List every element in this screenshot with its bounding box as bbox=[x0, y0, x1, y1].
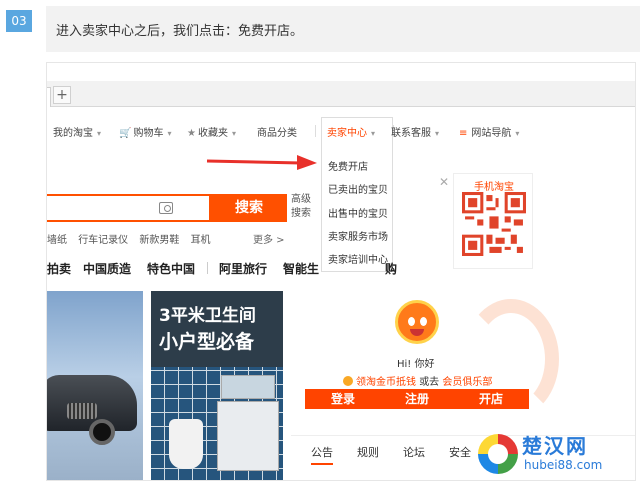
coin-link[interactable]: 领淘金币抵钱 bbox=[356, 377, 416, 388]
nav-favorites[interactable]: ★ 收藏夹 ▾ bbox=[187, 124, 236, 139]
mascot-eye bbox=[420, 317, 427, 326]
coin-mid-text: 或去 bbox=[419, 377, 440, 388]
nav-my-taobao[interactable]: 我的淘宝 ▾ bbox=[53, 124, 101, 139]
nav-cart[interactable]: 🛒 购物车 ▾ bbox=[119, 124, 171, 139]
main-nav-ali-travel[interactable]: 阿里旅行 bbox=[219, 260, 267, 277]
menu-item-seller-training[interactable]: 卖家培训中心 bbox=[328, 251, 388, 266]
menu-item-on-sale-items[interactable]: 出售中的宝贝 bbox=[328, 205, 388, 220]
chevron-down-icon: ▾ bbox=[515, 129, 520, 138]
member-club-link[interactable]: 会员俱乐部 bbox=[442, 377, 492, 388]
nav-customer-service[interactable]: 联系客服 ▾ bbox=[391, 124, 439, 139]
hot-word-link[interactable]: 耳机 bbox=[191, 235, 211, 246]
coin-icon bbox=[343, 376, 353, 386]
nav-site-map[interactable]: ≡ 网站导航 ▾ bbox=[459, 124, 519, 139]
mirror-image bbox=[221, 375, 275, 399]
taobao-mascot-avatar bbox=[395, 300, 439, 344]
watermark-title: 楚汉网 bbox=[522, 434, 588, 458]
instruction-box: 进入卖家中心之后，我们点击：免费开店。 bbox=[46, 6, 640, 52]
browser-screenshot: + 我的淘宝 ▾ 🛒 购物车 ▾ ★ 收藏夹 ▾ 商品分类 卖家中心 ▾ 联系客服 ▾ bbox=[46, 62, 636, 481]
open-shop-button[interactable]: 开店 bbox=[453, 389, 529, 409]
mascot-eye bbox=[408, 317, 415, 326]
bathroom-promo-banner[interactable]: 3平米卫生间 小户型必备 bbox=[151, 291, 283, 480]
list-icon: ≡ bbox=[459, 128, 468, 139]
search-input[interactable] bbox=[47, 194, 211, 222]
register-button[interactable]: 注册 bbox=[379, 389, 455, 409]
toilet-image bbox=[169, 419, 203, 469]
greeting-text: Hi! 你好 bbox=[397, 359, 435, 370]
nav-seller-center[interactable]: 卖家中心 ▾ bbox=[327, 124, 375, 139]
star-icon: ★ bbox=[187, 128, 196, 139]
mobile-taobao-qr-panel: 手机淘宝 bbox=[453, 173, 533, 269]
qr-code-icon bbox=[462, 192, 526, 256]
menu-item-sold-items[interactable]: 已卖出的宝贝 bbox=[328, 181, 388, 196]
red-pointer-arrow bbox=[206, 155, 317, 170]
chevron-down-icon: ▾ bbox=[167, 129, 172, 138]
tab-security[interactable]: 安全 bbox=[449, 444, 471, 460]
tab-forum[interactable]: 论坛 bbox=[403, 444, 425, 460]
hot-word-link[interactable]: 墙纸 bbox=[47, 235, 67, 246]
step-number-badge: 03 bbox=[6, 10, 32, 32]
site-nav: 我的淘宝 ▾ 🛒 购物车 ▾ ★ 收藏夹 ▾ 商品分类 卖家中心 ▾ 联系客服 ▾ ≡ 网站导航… bbox=[47, 119, 635, 141]
nav-categories[interactable]: 商品分类 bbox=[257, 124, 297, 139]
bath-banner-line1: 3平米卫生间 bbox=[159, 306, 256, 326]
chevron-down-icon: ▾ bbox=[435, 129, 440, 138]
car-promo-banner[interactable] bbox=[47, 291, 143, 480]
main-nav-auction[interactable]: 拍卖 bbox=[47, 260, 71, 277]
main-nav-china-made[interactable]: 中国质造 bbox=[83, 260, 131, 277]
chevron-down-icon: ▾ bbox=[371, 129, 376, 138]
cabinet-image bbox=[217, 401, 279, 471]
main-nav-divider bbox=[207, 262, 208, 274]
hot-word-link[interactable]: 新款男鞋 bbox=[139, 235, 179, 246]
nav-divider bbox=[315, 125, 316, 137]
mascot-mouth bbox=[410, 329, 424, 336]
browser-tab[interactable] bbox=[47, 87, 51, 107]
seller-center-dropdown: 免费开店 已卖出的宝贝 出售中的宝贝 卖家服务市场 卖家培训中心 bbox=[321, 144, 393, 272]
chevron-down-icon: ▾ bbox=[231, 129, 236, 138]
new-tab-button[interactable]: + bbox=[53, 86, 71, 104]
more-hot-words-link[interactable]: 更多 > bbox=[253, 231, 285, 246]
watermark-url: hubei88.com bbox=[524, 458, 603, 472]
menu-item-seller-service-market[interactable]: 卖家服务市场 bbox=[328, 228, 388, 243]
close-icon[interactable]: ✕ bbox=[439, 175, 449, 189]
hot-word-link[interactable]: 行车记录仪 bbox=[78, 235, 128, 246]
main-nav-china-specialty[interactable]: 特色中国 bbox=[147, 260, 195, 277]
bath-banner-line2: 小户型必备 bbox=[159, 331, 255, 353]
menu-item-free-open-shop[interactable]: 免费开店 bbox=[328, 158, 368, 173]
instruction-text: 进入卖家中心之后，我们点击：免费开店。 bbox=[56, 24, 304, 39]
hot-search-words: 墙纸 行车记录仪 新款男鞋 耳机 bbox=[47, 231, 219, 246]
camera-icon[interactable] bbox=[159, 202, 173, 214]
login-button[interactable]: 登录 bbox=[305, 389, 381, 409]
browser-tab-bar: + bbox=[47, 81, 635, 107]
site-watermark: 楚汉网 hubei88.com bbox=[476, 428, 640, 481]
chevron-down-icon: ▾ bbox=[97, 129, 102, 138]
car-wheel bbox=[89, 419, 115, 445]
cart-icon: 🛒 bbox=[119, 128, 132, 139]
watermark-logo-icon bbox=[478, 434, 518, 474]
coin-promo-line: 领淘金币抵钱 或去 会员俱乐部 bbox=[343, 373, 492, 388]
main-nav-smart-life[interactable]: 智能生 bbox=[283, 260, 319, 277]
car-grille bbox=[67, 403, 97, 419]
tutorial-page: 03 进入卖家中心之后，我们点击：免费开店。 + 我的淘宝 ▾ 🛒 购物车 ▾ ★ 收藏… bbox=[0, 0, 640, 481]
main-nav-global[interactable]: 购 bbox=[385, 260, 397, 277]
advanced-search-link[interactable]: 高级搜索 bbox=[291, 193, 315, 221]
tab-announcements[interactable]: 公告 bbox=[311, 444, 333, 465]
search-button[interactable]: 搜索 bbox=[211, 194, 287, 222]
tab-rules[interactable]: 规则 bbox=[357, 444, 379, 460]
qr-title: 手机淘宝 bbox=[474, 182, 514, 193]
